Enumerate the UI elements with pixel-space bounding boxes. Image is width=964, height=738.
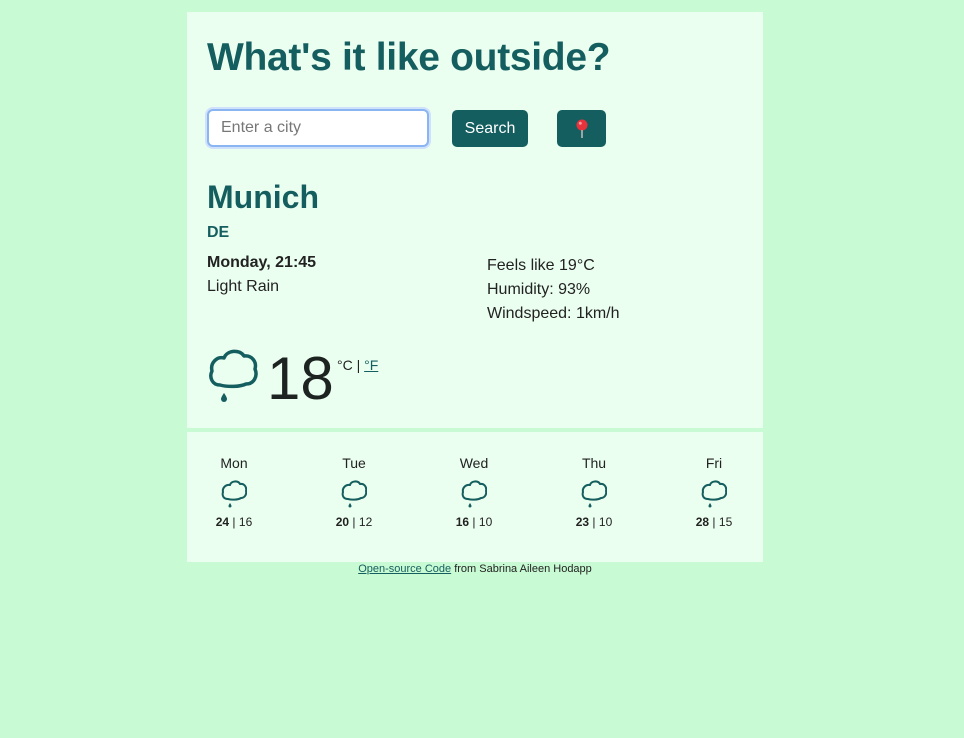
page-title: What's it like outside? [207,36,611,79]
forecast-day-name: Wed [459,455,489,471]
rain-cloud-icon [701,480,727,508]
weather-description: Light Rain [207,278,280,295]
forecast-min: 10 [478,515,493,529]
unit-toggle: °C | °F [337,357,378,373]
rain-cloud-icon [209,349,258,402]
forecast-day-name: Tue [342,455,366,471]
forecast-day-name: Thu [581,455,607,471]
forecast-max: 20 [335,515,350,529]
forecast-temps: 20 | 12 [335,515,373,529]
forecast: Mon 24 | 16 Tue 20 | 12 Wed 16 | 10 Thu … [187,432,763,562]
source-code-link[interactable]: Open-source Code [358,563,451,575]
forecast-min: 12 [358,515,373,529]
celsius-label: °C [337,357,353,373]
forecast-temps: 23 | 10 [575,515,613,529]
forecast-max: 24 [215,515,230,529]
forecast-day-name: Mon [220,455,248,471]
feels-like: Feels like 19°C [487,257,595,274]
forecast-temps: 24 | 16 [215,515,253,529]
weather-details: Feels like 19°C Humidity: 93% Windspeed:… [487,254,620,326]
map-pin-icon [576,119,587,138]
forecast-max: 16 [455,515,470,529]
forecast-temps: 28 | 15 [695,515,733,529]
rain-cloud-icon [341,480,367,508]
forecast-day-name: Fri [705,455,723,471]
search-button[interactable]: Search [452,110,528,147]
current-location-button[interactable] [557,110,606,147]
forecast-max: 28 [695,515,710,529]
unit-separator: | [356,357,361,373]
current-temperature: 18 [267,345,334,412]
fahrenheit-link[interactable]: °F [364,357,378,373]
rain-cloud-icon [581,480,607,508]
rain-cloud-icon [221,480,247,508]
forecast-min: 15 [718,515,733,529]
humidity: Humidity: 93% [487,281,591,298]
forecast-min: 10 [598,515,613,529]
country-code: DE [207,224,230,241]
footer-credit: from Sabrina Aileen Hodapp [454,563,592,575]
weather-card: What's it like outside? Search Munich DE… [187,12,763,428]
windspeed: Windspeed: 1km/h [487,305,620,322]
forecast-min: 16 [238,515,253,529]
city-name: Munich [207,179,319,215]
current-datetime: Monday, 21:45 [207,254,317,271]
search-input[interactable] [207,109,429,147]
forecast-max: 23 [575,515,590,529]
rain-cloud-icon [461,480,487,508]
footer: Open-source Code from Sabrina Aileen Hod… [0,563,950,575]
forecast-temps: 16 | 10 [455,515,493,529]
